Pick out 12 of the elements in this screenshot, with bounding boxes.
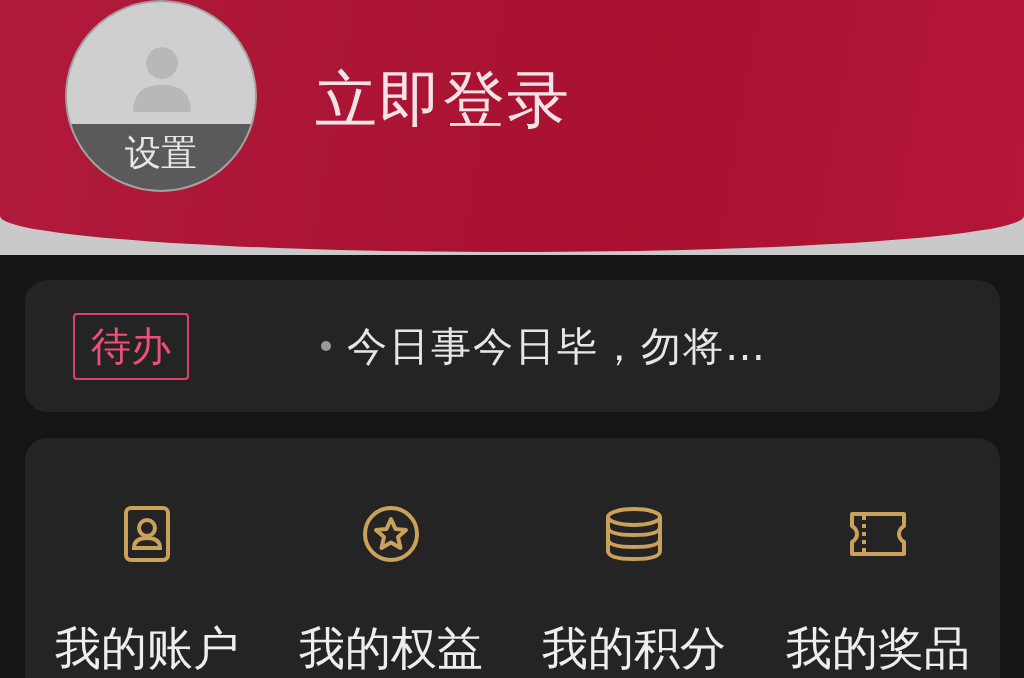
menu-label[interactable]: 我的账户 xyxy=(54,618,239,678)
todo-text: 今日事今日毕，勿将… xyxy=(347,321,767,371)
menu-label[interactable]: 我的奖品 xyxy=(786,618,971,678)
menu-label[interactable]: 我的权益 xyxy=(298,618,483,678)
star-circle-icon[interactable] xyxy=(360,504,421,564)
todo-tag: 待办 xyxy=(73,312,189,380)
login-link[interactable]: 立即登录 xyxy=(315,58,571,142)
menu-label[interactable]: 我的积分 xyxy=(542,618,727,678)
bullet-icon xyxy=(321,341,331,351)
todo-card[interactable]: 待办 今日事今日毕，勿将… xyxy=(25,280,1000,412)
avatar-button[interactable]: 设置 xyxy=(65,0,257,192)
coin-stack-icon[interactable] xyxy=(604,504,665,564)
